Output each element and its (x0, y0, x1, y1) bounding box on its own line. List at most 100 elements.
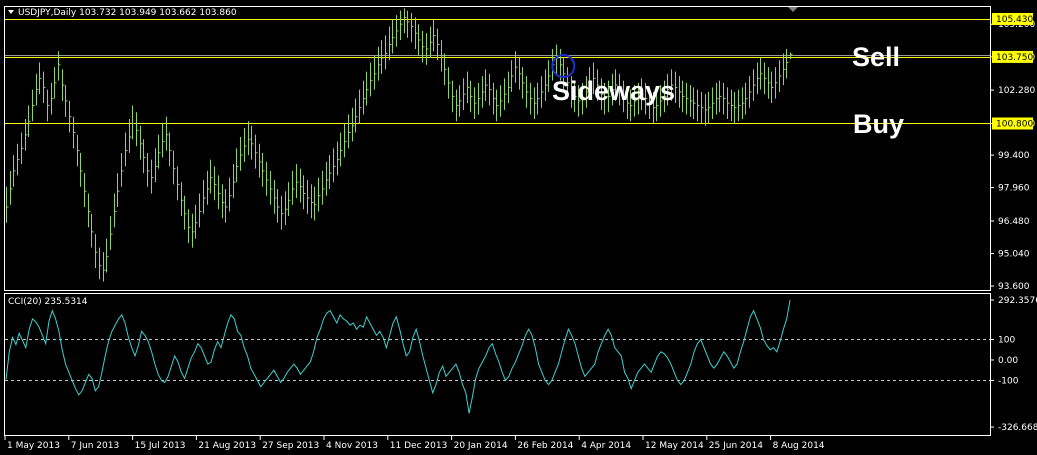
date-tick-label: 12 May 2014 (645, 441, 704, 451)
price-bar (207, 170, 210, 205)
price-bar (504, 78, 507, 110)
price-tick-label: 95.040 (998, 249, 1030, 259)
price-bar (326, 161, 329, 196)
price-bar (426, 33, 429, 65)
date-tick-label: 1 May 2013 (7, 441, 60, 451)
symbol-header: USDJPY,Daily 103.732 103.949 103.662 103… (18, 8, 237, 18)
price-bar (84, 173, 87, 208)
date-tick-label: 21 Aug 2013 (198, 441, 256, 451)
price-bar (77, 134, 80, 167)
price-bar (222, 184, 225, 219)
price-bar (199, 193, 202, 228)
price-bar (482, 76, 485, 108)
price-bar (188, 209, 191, 244)
price-bar (470, 80, 473, 113)
price-bar (400, 10, 403, 40)
price-bar (779, 60, 782, 92)
price-bar (515, 51, 518, 83)
price-bar (760, 58, 763, 90)
price-bar (348, 114, 351, 149)
chart-shift-marker[interactable] (788, 7, 798, 12)
cci-tick-label: 292.3576 (998, 296, 1037, 306)
date-tick-label: 4 Nov 2013 (326, 441, 378, 451)
price-bar (300, 168, 303, 203)
price-bar (448, 67, 451, 99)
price-bar (95, 234, 98, 268)
price-bar (307, 179, 310, 214)
price-tick-label: 99.400 (998, 151, 1030, 161)
price-bar (125, 132, 128, 167)
price-bar (181, 182, 184, 217)
symbol-dropdown-icon[interactable] (8, 10, 14, 14)
cci-tick-label: -326.6682 (998, 423, 1037, 433)
price-bar (404, 8, 407, 34)
price-bar (311, 184, 314, 219)
price-bar (727, 87, 730, 119)
price-tick-label: 97.960 (998, 184, 1030, 194)
price-bar (88, 193, 91, 228)
price-bar (366, 71, 369, 106)
price-bar (166, 116, 169, 151)
price-bar (47, 89, 50, 122)
price-bar (444, 53, 447, 86)
price-bar (441, 39, 444, 72)
cci-tick-label: 0.00 (998, 356, 1018, 366)
price-bar (463, 78, 466, 110)
price-bar (548, 60, 551, 92)
price-bar (753, 69, 756, 101)
price-bar (682, 80, 685, 113)
price-bar (474, 87, 477, 119)
price-bar (775, 67, 778, 99)
price-bar (333, 148, 336, 183)
date-tick-label: 8 Aug 2014 (773, 441, 825, 451)
price-bar (433, 19, 436, 52)
price-bar (415, 17, 418, 50)
price-levels (5, 19, 990, 124)
price-bar (28, 105, 31, 138)
price-bar (210, 159, 213, 194)
price-bar (158, 134, 161, 169)
price-bar (195, 204, 198, 239)
price-bar (530, 82, 533, 115)
price-bar (277, 188, 280, 223)
price-bar (296, 164, 299, 198)
price-bar (248, 121, 251, 156)
date-tick-label: 4 Apr 2014 (581, 441, 631, 451)
price-bar (266, 161, 269, 196)
price-bar (10, 170, 13, 205)
cci-header: CCI(20) 235.5314 (8, 297, 88, 307)
price-bar (240, 137, 243, 171)
price-bar (734, 91, 737, 124)
price-bar (459, 85, 462, 117)
price-bar (251, 125, 254, 160)
date-axis: 1 May 2013 7 Jun 2013 15 Jul 2013 21 Aug 20… (4, 436, 825, 451)
price-bar (214, 166, 217, 201)
price-bar (6, 186, 9, 223)
price-bar (783, 53, 786, 86)
cci-tick-label: -100 (998, 376, 1019, 386)
price-bar (233, 164, 236, 198)
price-bar (262, 152, 265, 187)
annotation-sell: Sell (852, 42, 900, 72)
price-bar (21, 132, 24, 165)
price-bar (485, 69, 488, 101)
price-bar (690, 85, 693, 117)
price-bar (39, 62, 42, 95)
price-bar (203, 179, 206, 214)
level-tag-label: 105.430 (996, 15, 1033, 25)
price-bar (675, 71, 678, 104)
price-bar (489, 73, 492, 106)
price-bar (151, 159, 154, 194)
price-bar (430, 26, 433, 59)
price-bar (51, 82, 54, 115)
price-bar (229, 177, 232, 212)
price-bar (731, 89, 734, 122)
price-bar (745, 82, 748, 115)
price-bar (184, 195, 187, 230)
price-bar (467, 71, 470, 104)
price-bar (534, 87, 537, 119)
price-bar (129, 118, 132, 153)
price-bar (255, 134, 258, 169)
price-bar (545, 69, 548, 101)
price-bar (344, 123, 347, 158)
